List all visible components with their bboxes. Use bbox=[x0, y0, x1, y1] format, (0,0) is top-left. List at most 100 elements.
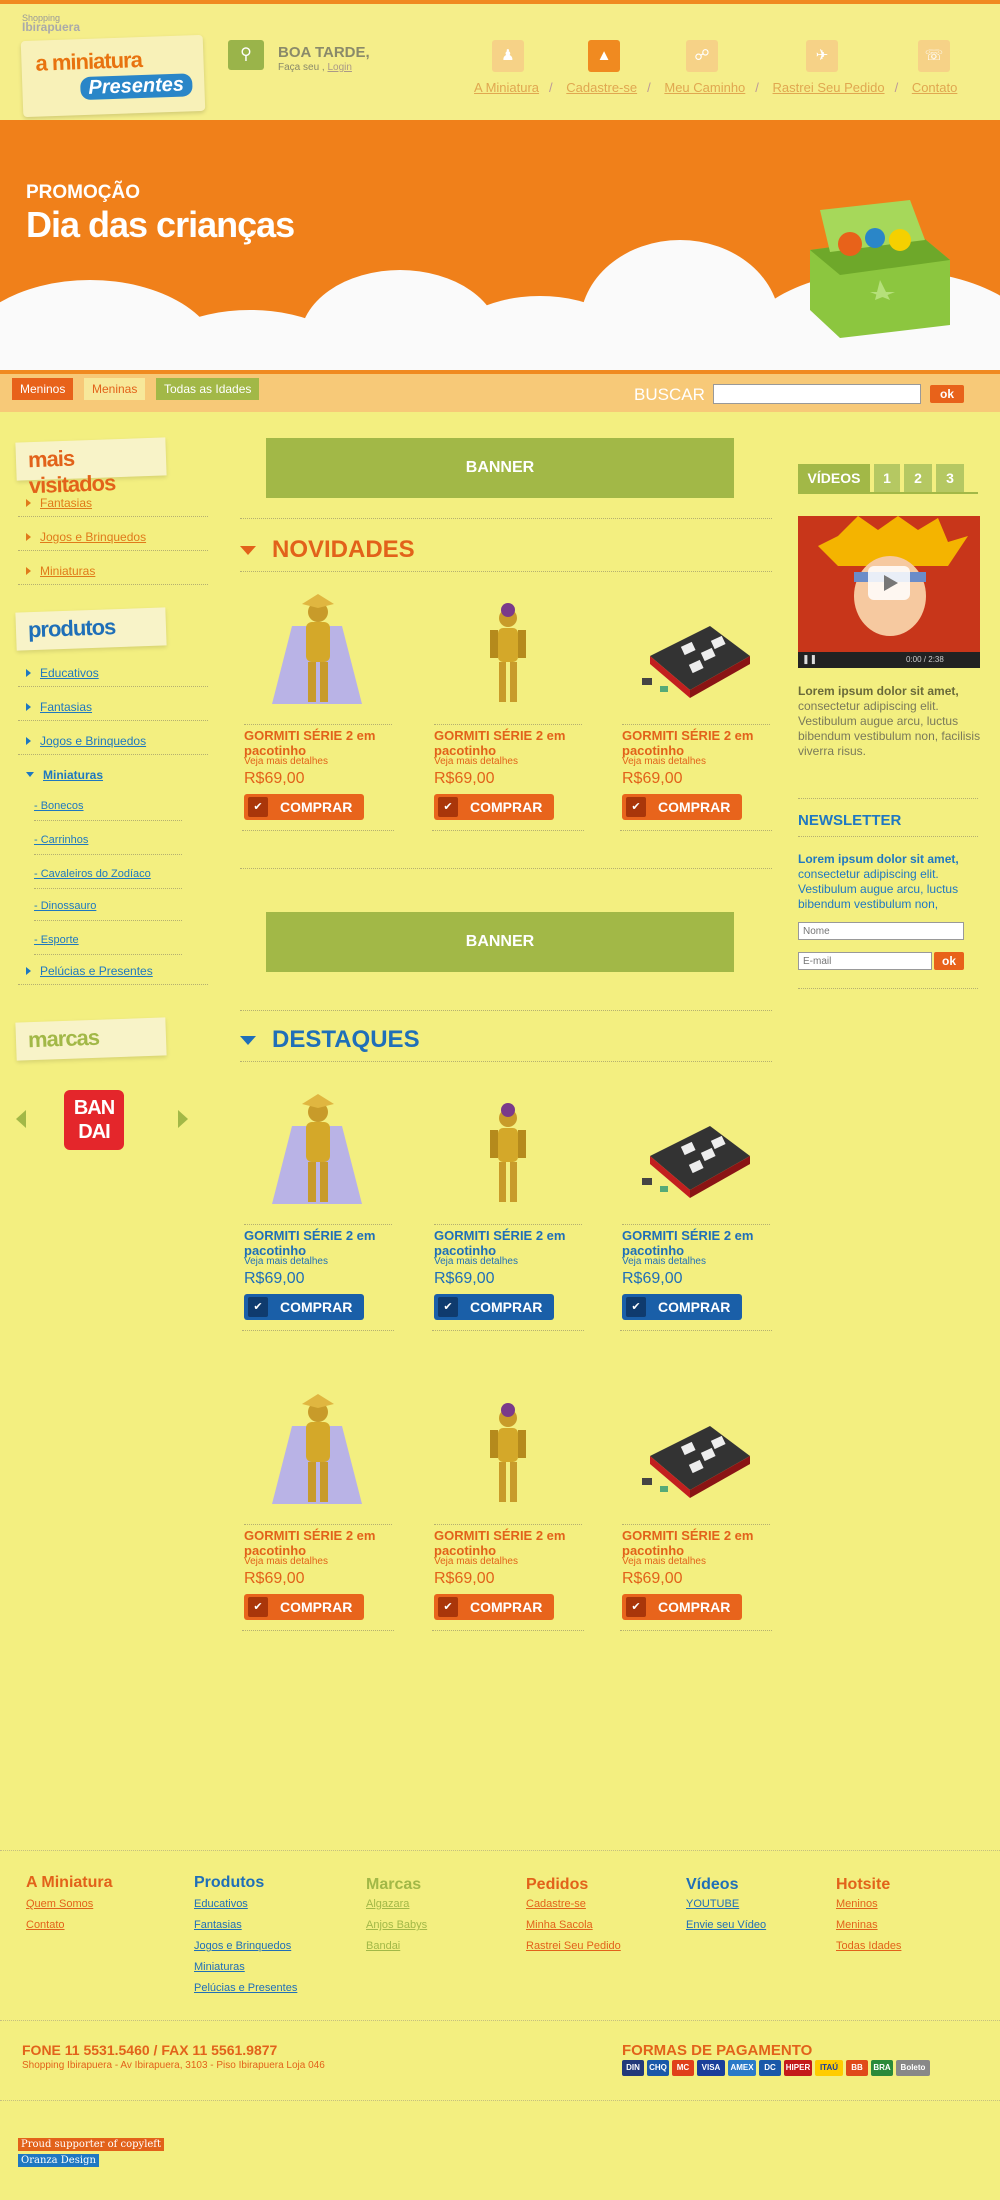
product-details-link[interactable]: Veja mais detalhes bbox=[622, 1256, 706, 1267]
product-name[interactable]: GORMITI SÉRIE 2 em pacotinho bbox=[244, 1224, 392, 1258]
store-logo[interactable]: a miniatura Presentes bbox=[20, 34, 206, 118]
pause-icon[interactable]: ❚❚ bbox=[802, 654, 817, 665]
product-image[interactable] bbox=[242, 1386, 394, 1524]
shirt-icon[interactable]: ▲ bbox=[588, 40, 620, 72]
sidebar-item-jogos-prod[interactable]: Jogos e Brinquedos bbox=[18, 734, 208, 755]
product-details-link[interactable]: Veja mais detalhes bbox=[622, 1556, 706, 1567]
buy-button[interactable]: ✔ COMPRAR bbox=[434, 1594, 554, 1620]
footer-link[interactable]: Fantasias bbox=[194, 1919, 242, 1931]
buy-button[interactable]: ✔ COMPRAR bbox=[244, 794, 364, 820]
buy-button[interactable]: ✔ COMPRAR bbox=[434, 794, 554, 820]
product-image[interactable] bbox=[242, 1086, 394, 1224]
footer-link[interactable]: Quem Somos bbox=[26, 1898, 93, 1910]
newsletter-name-input[interactable] bbox=[798, 922, 964, 940]
footer-link[interactable]: Anjos Babys bbox=[366, 1919, 427, 1931]
footer-link[interactable]: Todas Idades bbox=[836, 1940, 901, 1952]
product-card[interactable]: GORMITI SÉRIE 2 em pacotinho Veja mais de… bbox=[242, 1086, 394, 1342]
product-card[interactable]: GORMITI SÉRIE 2 em pacotinho Veja mais de… bbox=[432, 586, 584, 842]
sub-item-dinossauro[interactable]: - Dinossauro bbox=[34, 900, 182, 921]
product-image[interactable] bbox=[620, 1386, 772, 1524]
product-name[interactable]: GORMITI SÉRIE 2 em pacotinho bbox=[244, 724, 392, 758]
buy-button[interactable]: ✔ COMPRAR bbox=[622, 794, 742, 820]
footer-link[interactable]: Cadastre-se bbox=[526, 1898, 586, 1910]
footer-link[interactable]: Jogos e Brinquedos bbox=[194, 1940, 291, 1952]
sub-item-carrinhos[interactable]: - Carrinhos bbox=[34, 834, 182, 855]
chevron-left-icon[interactable] bbox=[16, 1110, 26, 1128]
sub-item-esporte[interactable]: - Esporte bbox=[34, 934, 182, 955]
nav-cadastre-se[interactable]: Cadastre-se bbox=[566, 80, 637, 95]
buy-button[interactable]: ✔ COMPRAR bbox=[622, 1294, 742, 1320]
sidebar-item-jogos[interactable]: Jogos e Brinquedos bbox=[18, 530, 208, 551]
tab-video-2[interactable]: 2 bbox=[904, 464, 932, 492]
nav-a-miniatura[interactable]: A Miniatura bbox=[474, 80, 539, 95]
sidebar-item-miniaturas-prod[interactable]: Miniaturas bbox=[18, 768, 208, 788]
newsletter-ok-button[interactable]: ok bbox=[934, 952, 964, 970]
product-details-link[interactable]: Veja mais detalhes bbox=[622, 756, 706, 767]
product-image[interactable] bbox=[432, 1386, 584, 1524]
promo-hero[interactable]: PROMOÇÃO Dia das crianças bbox=[0, 120, 1000, 370]
footer-link[interactable]: Rastrei Seu Pedido bbox=[526, 1940, 621, 1952]
plane-icon[interactable]: ✈ bbox=[806, 40, 838, 72]
footer-link[interactable]: Meninos bbox=[836, 1898, 878, 1910]
tab-video-3[interactable]: 3 bbox=[936, 464, 964, 492]
nav-rastrei-pedido[interactable]: Rastrei Seu Pedido bbox=[773, 80, 885, 95]
product-card[interactable]: GORMITI SÉRIE 2 em pacotinho Veja mais de… bbox=[620, 1386, 772, 1642]
sub-item-bonecos[interactable]: - Bonecos bbox=[34, 800, 182, 821]
product-image[interactable] bbox=[432, 1086, 584, 1224]
tab-meninos[interactable]: Meninos bbox=[12, 378, 74, 400]
product-name[interactable]: GORMITI SÉRIE 2 em pacotinho bbox=[434, 1524, 582, 1558]
search-input[interactable] bbox=[713, 384, 921, 404]
copyleft-badge[interactable]: Proud supporter of copyleft bbox=[18, 2138, 165, 2151]
brand-logo-bandai[interactable]: BAN DAI bbox=[64, 1090, 124, 1150]
chevron-right-icon[interactable] bbox=[178, 1110, 188, 1128]
product-card[interactable]: GORMITI SÉRIE 2 em pacotinho Veja mais de… bbox=[432, 1386, 584, 1642]
product-card[interactable]: GORMITI SÉRIE 2 em pacotinho Veja mais de… bbox=[620, 1086, 772, 1342]
footer-link[interactable]: Envie seu Vídeo bbox=[686, 1919, 766, 1931]
footer-link[interactable]: Bandai bbox=[366, 1940, 400, 1952]
sidebar-item-educativos[interactable]: Educativos bbox=[18, 666, 208, 687]
people-icon[interactable]: ♟ bbox=[492, 40, 524, 72]
newsletter-email-input[interactable] bbox=[798, 952, 932, 970]
footer-link[interactable]: Minha Sacola bbox=[526, 1919, 593, 1931]
cart-icon[interactable]: ☍ bbox=[686, 40, 718, 72]
sidebar-item-fantasias-prod[interactable]: Fantasias bbox=[18, 700, 208, 721]
tab-todas-idades[interactable]: Todas as Idades bbox=[156, 378, 260, 400]
product-image[interactable] bbox=[432, 586, 584, 724]
search-ok-button[interactable]: ok bbox=[930, 385, 964, 403]
product-card[interactable]: GORMITI SÉRIE 2 em pacotinho Veja mais de… bbox=[242, 1386, 394, 1642]
product-name[interactable]: GORMITI SÉRIE 2 em pacotinho bbox=[244, 1524, 392, 1558]
product-details-link[interactable]: Veja mais detalhes bbox=[244, 756, 328, 767]
banner-top[interactable]: BANNER bbox=[266, 438, 734, 498]
product-image[interactable] bbox=[242, 586, 394, 724]
product-details-link[interactable]: Veja mais detalhes bbox=[434, 1556, 518, 1567]
sidebar-item-fantasias[interactable]: Fantasias bbox=[18, 496, 208, 517]
tab-videos[interactable]: VÍDEOS bbox=[798, 464, 870, 492]
product-image[interactable] bbox=[620, 1086, 772, 1224]
designer-badge[interactable]: Oranza Design bbox=[18, 2154, 99, 2167]
product-details-link[interactable]: Veja mais detalhes bbox=[434, 1256, 518, 1267]
footer-link[interactable]: Meninas bbox=[836, 1919, 878, 1931]
video-player[interactable]: 0:00 / 2:38 ❚❚ bbox=[798, 516, 980, 668]
buy-button[interactable]: ✔ COMPRAR bbox=[434, 1294, 554, 1320]
product-card[interactable]: GORMITI SÉRIE 2 em pacotinho Veja mais de… bbox=[242, 586, 394, 842]
sub-item-cavaleiros[interactable]: - Cavaleiros do Zodíaco bbox=[34, 868, 182, 889]
buy-button[interactable]: ✔ COMPRAR bbox=[244, 1594, 364, 1620]
phone-icon[interactable]: ☏ bbox=[918, 40, 950, 72]
product-name[interactable]: GORMITI SÉRIE 2 em pacotinho bbox=[622, 724, 770, 758]
product-name[interactable]: GORMITI SÉRIE 2 em pacotinho bbox=[622, 1524, 770, 1558]
buy-button[interactable]: ✔ COMPRAR bbox=[622, 1594, 742, 1620]
product-name[interactable]: GORMITI SÉRIE 2 em pacotinho bbox=[622, 1224, 770, 1258]
tab-video-1[interactable]: 1 bbox=[874, 464, 900, 492]
footer-link[interactable]: Algazara bbox=[366, 1898, 409, 1910]
footer-link[interactable]: Miniaturas bbox=[194, 1961, 245, 1973]
footer-link[interactable]: Contato bbox=[26, 1919, 65, 1931]
product-details-link[interactable]: Veja mais detalhes bbox=[244, 1256, 328, 1267]
product-name[interactable]: GORMITI SÉRIE 2 em pacotinho bbox=[434, 724, 582, 758]
product-details-link[interactable]: Veja mais detalhes bbox=[244, 1556, 328, 1567]
buy-button[interactable]: ✔ COMPRAR bbox=[244, 1294, 364, 1320]
sidebar-item-pelucias[interactable]: Pelúcias e Presentes bbox=[18, 964, 208, 985]
play-icon[interactable] bbox=[868, 566, 910, 600]
sidebar-item-miniaturas[interactable]: Miniaturas bbox=[18, 564, 208, 585]
tab-meninas[interactable]: Meninas bbox=[84, 378, 146, 400]
footer-link[interactable]: Pelúcias e Presentes bbox=[194, 1982, 297, 1994]
